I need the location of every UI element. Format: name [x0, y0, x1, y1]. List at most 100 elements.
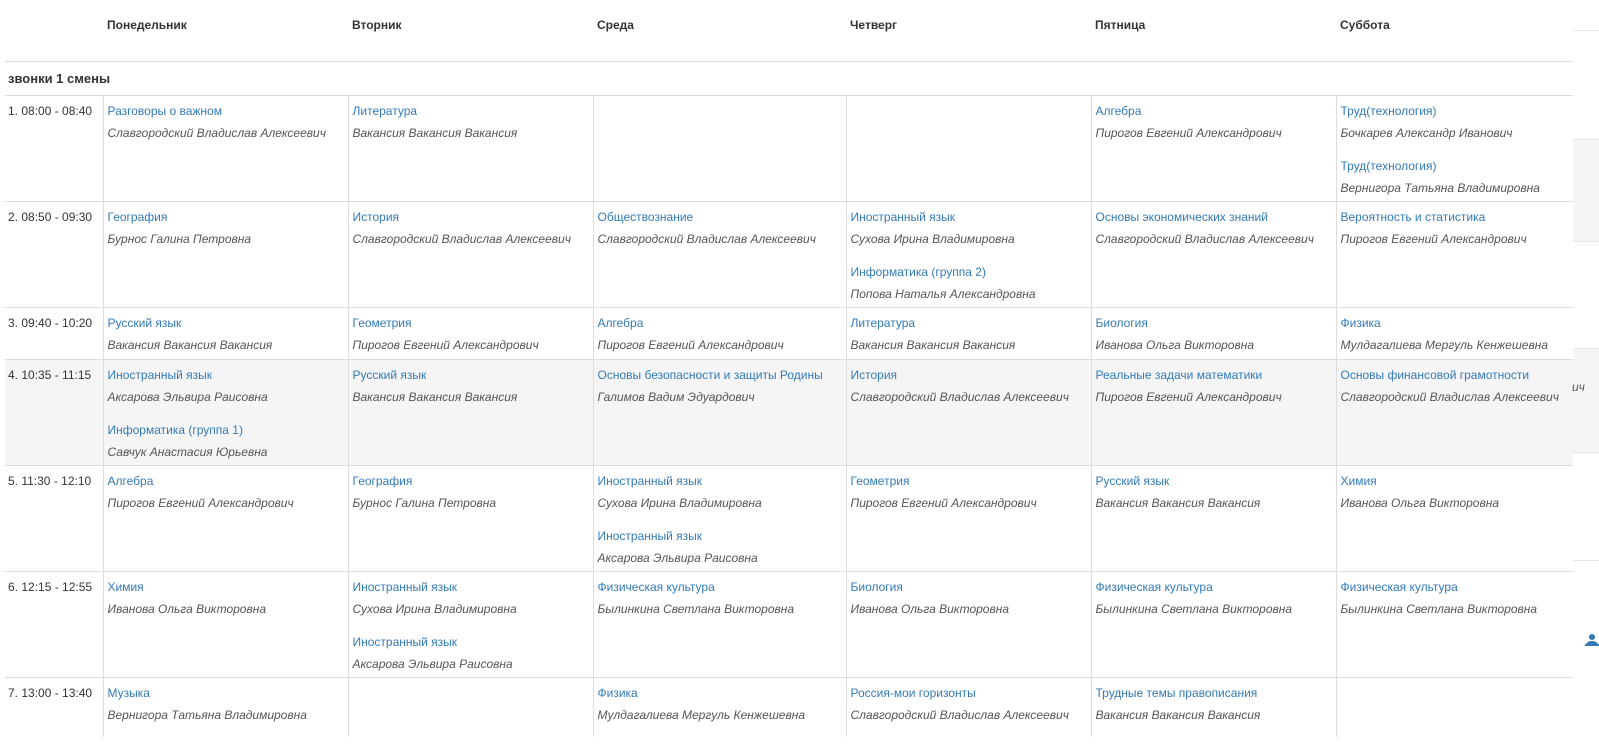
- subject-link[interactable]: Россия-мои горизонты: [851, 686, 1087, 700]
- subject-link[interactable]: Геометрия: [353, 316, 589, 330]
- teacher-name: Былинкина Светлана Викторовна: [597, 601, 795, 616]
- subject-link[interactable]: Реальные задачи математики: [1096, 368, 1332, 382]
- lesson-entry: Иностранный язык Сухова Ирина Владимировн…: [851, 210, 1087, 246]
- lesson-row: 7. 13:00 - 13:40 Музыка Вернигора Татьяна …: [5, 677, 1573, 737]
- subject-link[interactable]: География: [353, 474, 589, 488]
- subject-link[interactable]: Иностранный язык: [851, 210, 1087, 224]
- subject-link[interactable]: Вероятность и статистика: [1341, 210, 1574, 224]
- subject-link[interactable]: Химия: [108, 580, 344, 594]
- schedule-cell-monday: Химия Иванова Ольга Викторовна: [102, 571, 348, 678]
- time-column-header: [5, 0, 103, 62]
- schedule-cell-saturday: Физическая культура Былинкина Светлана Ви…: [1335, 571, 1574, 678]
- subject-link[interactable]: Русский язык: [353, 368, 589, 382]
- subject-link[interactable]: Химия: [1341, 474, 1574, 488]
- subject-link[interactable]: Алгебра: [108, 474, 344, 488]
- lesson-time: 3. 09:40 - 10:20: [5, 307, 103, 360]
- lesson-entry: Русский язык Вакансия Вакансия Вакансия: [108, 316, 344, 352]
- schedule-cell-friday: Реальные задачи математики Пирогов Евгени…: [1090, 359, 1336, 466]
- subject-link[interactable]: Геометрия: [851, 474, 1087, 488]
- subject-link[interactable]: Иностранный язык: [598, 529, 842, 543]
- teacher-name: Вакансия Вакансия Вакансия: [850, 337, 1016, 352]
- lesson-entry: Алгебра Пирогов Евгений Александрович: [598, 316, 842, 352]
- subject-link[interactable]: История: [353, 210, 589, 224]
- teacher-name: Иванова Ольга Викторовна: [1340, 495, 1500, 510]
- lesson-entry: Информатика (группа 1) Савчук Анастасия Ю…: [108, 423, 344, 459]
- teacher-name: Славгородский Владислав Алексеевич: [107, 125, 326, 140]
- schedule-cell-friday: Алгебра Пирогов Евгений Александрович: [1090, 95, 1336, 202]
- teacher-name: Пирогов Евгений Александрович: [597, 337, 784, 352]
- teacher-name: Славгородский Владислав Алексеевич: [597, 231, 816, 246]
- lesson-entry: Химия Иванова Ольга Викторовна: [1341, 474, 1574, 510]
- lesson-entry: Литература Вакансия Вакансия Вакансия: [851, 316, 1087, 352]
- subject-link[interactable]: Русский язык: [1096, 474, 1332, 488]
- subject-link[interactable]: Литература: [851, 316, 1087, 330]
- subject-link[interactable]: Иностранный язык: [598, 474, 842, 488]
- subject-link[interactable]: Информатика (группа 1): [108, 423, 344, 437]
- subject-link[interactable]: Обществознание: [598, 210, 842, 224]
- lesson-entry: Алгебра Пирогов Евгений Александрович: [1096, 104, 1332, 140]
- subject-link[interactable]: Алгебра: [1096, 104, 1332, 118]
- teacher-name: Славгородский Владислав Алексеевич: [850, 389, 1069, 404]
- subject-link[interactable]: Алгебра: [598, 316, 842, 330]
- subject-link[interactable]: Основы безопасности и защиты Родины: [598, 368, 842, 382]
- schedule-cell-saturday: Вероятность и статистика Пирогов Евгений …: [1335, 201, 1574, 308]
- schedule-cell-tuesday: [347, 677, 593, 737]
- schedule-cell-saturday: [1335, 677, 1573, 737]
- lesson-entry: География Бурнос Галина Петровна: [353, 474, 589, 510]
- subject-link[interactable]: География: [108, 210, 344, 224]
- subject-link[interactable]: Физическая культура: [598, 580, 842, 594]
- subject-link[interactable]: Иностранный язык: [353, 635, 589, 649]
- teacher-name: Пирогов Евгений Александрович: [352, 337, 539, 352]
- schedule-cell-wednesday: Алгебра Пирогов Евгений Александрович: [592, 307, 846, 360]
- schedule-cell-friday: Русский язык Вакансия Вакансия Вакансия: [1090, 465, 1336, 572]
- lesson-entry: Вероятность и статистика Пирогов Евгений …: [1341, 210, 1574, 246]
- schedule-cell-wednesday: Физическая культура Былинкина Светлана Ви…: [592, 571, 846, 678]
- subject-link[interactable]: История: [851, 368, 1087, 382]
- subject-link[interactable]: Основы экономических знаний: [1096, 210, 1332, 224]
- schedule-cell-thursday: [845, 95, 1091, 202]
- teacher-name: Вакансия Вакансия Вакансия: [1095, 495, 1261, 510]
- subject-link[interactable]: Литература: [353, 104, 589, 118]
- lesson-row: 6. 12:15 - 12:55 Химия Иванова Ольга Викто…: [5, 571, 1574, 678]
- schedule-cell-thursday: Литература Вакансия Вакансия Вакансия: [845, 307, 1091, 360]
- lesson-time: 4. 10:35 - 11:15: [5, 359, 103, 466]
- subject-link[interactable]: Труд(технология): [1341, 104, 1574, 118]
- subject-link[interactable]: Физика: [1341, 316, 1574, 330]
- subject-link[interactable]: Биология: [851, 580, 1087, 594]
- teacher-name: Вакансия Вакансия Вакансия: [1095, 707, 1261, 722]
- teacher-name: Сухова Ирина Владимировна: [352, 601, 517, 616]
- subject-link[interactable]: Основы финансовой грамотности: [1341, 368, 1574, 382]
- teacher-name: Пирогов Евгений Александрович: [1095, 125, 1282, 140]
- teacher-name: Иванова Ольга Викторовна: [850, 601, 1010, 616]
- teacher-name: Бурнос Галина Петровна: [352, 495, 497, 510]
- subject-link[interactable]: Физика: [598, 686, 842, 700]
- teacher-name: Попова Наталья Александровна: [850, 286, 1036, 301]
- subject-link[interactable]: Труд(технология): [1341, 159, 1574, 173]
- subject-link[interactable]: Трудные темы правописания: [1096, 686, 1332, 700]
- schedule-cell-saturday: Физика Мулдагалиева Мергуль Кенжешевна: [1335, 307, 1574, 360]
- subject-link[interactable]: Иностранный язык: [353, 580, 589, 594]
- schedule-cell-tuesday: Литература Вакансия Вакансия Вакансия: [347, 95, 593, 202]
- lesson-entry: Реальные задачи математики Пирогов Евгени…: [1096, 368, 1332, 404]
- user-icon[interactable]: [1585, 633, 1599, 647]
- subject-link[interactable]: Физическая культура: [1341, 580, 1574, 594]
- subject-link[interactable]: Разговоры о важном: [108, 104, 344, 118]
- subject-link[interactable]: Физическая культура: [1096, 580, 1332, 594]
- lesson-entry: Музыка Вернигора Татьяна Владимировна: [108, 686, 344, 722]
- lesson-entry: Физическая культура Былинкина Светлана Ви…: [1341, 580, 1574, 616]
- subject-link[interactable]: Музыка: [108, 686, 344, 700]
- teacher-name: Вернигора Татьяна Владимировна: [107, 707, 307, 722]
- teacher-name: Славгородский Владислав Алексеевич: [352, 231, 571, 246]
- lesson-entry: Информатика (группа 2) Попова Наталья Але…: [851, 265, 1087, 301]
- subject-link[interactable]: Иностранный язык: [108, 368, 344, 382]
- subject-link[interactable]: Русский язык: [108, 316, 344, 330]
- lesson-time: 6. 12:15 - 12:55: [5, 571, 103, 678]
- lesson-entry: География Бурнос Галина Петровна: [108, 210, 344, 246]
- schedule-cell-monday: Музыка Вернигора Татьяна Владимировна: [102, 677, 348, 737]
- lesson-entry: Иностранный язык Аксарова Эльвира Раисовн…: [108, 368, 344, 404]
- schedule-body: звонки 1 смены 1. 08:00 - 08:40 Разговоры…: [5, 61, 1573, 737]
- subject-link[interactable]: Биология: [1096, 316, 1332, 330]
- subject-link[interactable]: Информатика (группа 2): [851, 265, 1087, 279]
- lesson-row: 2. 08:50 - 09:30 География Бурнос Галина П…: [5, 201, 1574, 308]
- schedule-cell-tuesday: География Бурнос Галина Петровна: [347, 465, 593, 572]
